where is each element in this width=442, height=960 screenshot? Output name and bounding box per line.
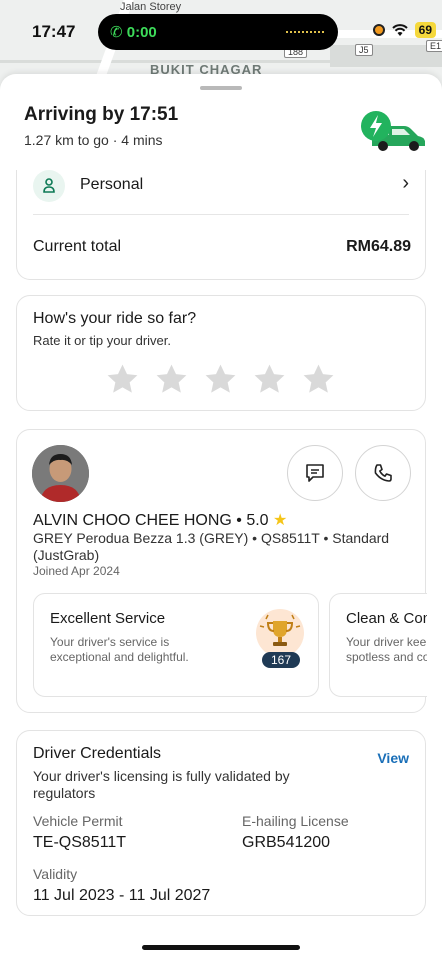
rating-subtitle: Rate it or tip your driver. [33,333,171,348]
star-3-icon[interactable] [203,362,238,397]
person-icon [33,170,65,202]
credentials-description: Your driver's licensing is fully validat… [33,768,290,801]
vehicle-info: GREY Perodua Bezza 1.3 (GREY) • QS8511T … [33,530,390,563]
payment-profile-label[interactable]: Personal [80,176,143,194]
call-timer-text: 0:00 [126,24,157,41]
star-4-icon[interactable] [252,362,287,397]
route-shield: J5 [355,44,373,56]
driver-name-text: ALVIN CHOO CHEE HONG • 5.0 [33,512,269,529]
rating-title: How's your ride so far? [33,310,197,327]
chat-icon [306,464,324,482]
rating-star-icon: ★ [273,512,288,529]
audio-wave-icon [286,31,324,34]
compliments-carousel[interactable]: Excellent Service Your driver's service … [33,593,427,697]
compliment-card[interactable]: Excellent Service Your driver's service … [33,593,319,697]
phone-icon: ✆ [110,24,123,41]
rating-card: How's your ride so far? Rate it or tip y… [16,295,426,411]
chevron-right-icon[interactable]: › [402,172,409,195]
battery-indicator: 69 [414,22,436,38]
call-timer: ✆ 0:00 [110,23,157,41]
divider [33,214,409,215]
trophy-icon [256,609,304,657]
chat-button[interactable] [287,445,343,501]
star-1-icon[interactable] [105,362,140,397]
arrival-subtitle: 1.27 km to go · 4 mins [24,132,163,148]
sheet-drag-handle[interactable] [200,86,242,90]
phone-icon [374,464,392,482]
compliment-card[interactable]: Clean & Comfy Your driver keeps the car … [329,593,427,697]
arrival-title: Arriving by 17:51 [24,104,179,125]
ride-details-sheet: Arriving by 17:51 1.27 km to go · 4 mins… [0,74,442,960]
recording-indicator-icon [372,24,385,36]
driver-card: ALVIN CHOO CHEE HONG • 5.0 ★ GREY Perodu… [16,429,427,713]
route-shield: E1 [426,40,442,52]
driver-avatar[interactable] [32,445,89,502]
driver-joined-date: Joined Apr 2024 [33,564,120,578]
electric-car-icon [361,111,425,151]
compliment-title: Excellent Service [50,610,166,627]
view-credentials-link[interactable]: View [377,750,409,766]
ehailing-license-label: E-hailing License [242,813,349,829]
status-icons: 69 [372,22,436,38]
dynamic-island[interactable]: ✆ 0:00 [98,14,338,50]
compliment-title: Clean & Comfy [346,610,427,627]
status-time: 17:47 [32,22,76,41]
credentials-title: Driver Credentials [33,745,162,762]
vehicle-permit-label: Vehicle Permit [33,813,123,829]
vehicle-permit-value: TE-QS8511T [33,834,127,851]
compliment-description: Your driver keeps the car spotless and c… [346,635,427,664]
validity-value: 11 Jul 2023 - 11 Jul 2027 [33,887,211,904]
star-2-icon[interactable] [154,362,189,397]
home-indicator[interactable] [142,945,300,950]
wifi-icon [391,24,408,36]
validity-label: Validity [33,866,78,882]
driver-name: ALVIN CHOO CHEE HONG • 5.0 ★ [33,510,287,530]
compliment-description: Your driver's service is exceptional and… [50,635,189,664]
star-rating [105,362,336,397]
payment-card: Personal › Current total RM64.89 [16,170,426,280]
compliment-count: 167 [262,652,301,668]
map-street-label: Jalan Storey [120,1,182,13]
current-total-value: RM64.89 [346,238,411,255]
ehailing-license-value: GRB541200 [242,834,331,851]
star-5-icon[interactable] [301,362,336,397]
call-button[interactable] [355,445,411,501]
current-total-label: Current total [33,238,122,255]
driver-credentials-card: Driver Credentials View Your driver's li… [16,730,426,916]
